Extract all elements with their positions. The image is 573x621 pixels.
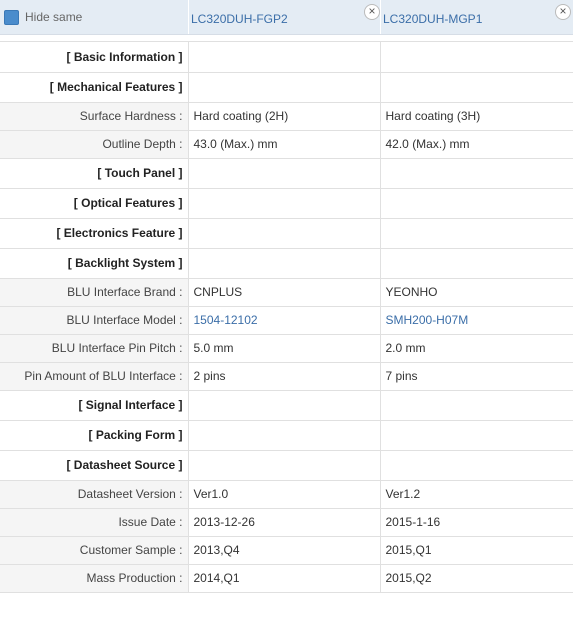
section-title[interactable]: [ Touch Panel ]: [0, 158, 188, 189]
header-spacer: [0, 35, 573, 42]
row-value-2: 2015-1-16: [379, 508, 573, 537]
section-row: [ Optical Features ]: [0, 188, 573, 219]
row-label: BLU Interface Pin Pitch :: [0, 334, 188, 363]
row-value-1: 2 pins: [187, 362, 380, 391]
row-label: Outline Depth :: [0, 130, 188, 159]
row-value-2: 2015,Q2: [379, 564, 573, 593]
product-name-1[interactable]: LC320DUH-FGP2: [191, 12, 288, 26]
section-row: [ Basic Information ]: [0, 42, 573, 73]
section-row: [ Signal Interface ]: [0, 390, 573, 421]
product-column-header-2: LC320DUH-MGP1 ×: [380, 0, 573, 34]
row-value-2: 42.0 (Max.) mm: [379, 130, 573, 159]
row-label: Mass Production :: [0, 564, 188, 593]
row-label: Customer Sample :: [0, 536, 188, 565]
section-title[interactable]: [ Packing Form ]: [0, 420, 188, 451]
row-label: BLU Interface Brand :: [0, 278, 188, 307]
hide-same-toggle[interactable]: Hide same: [0, 0, 188, 34]
row-value-2: 2015,Q1: [379, 536, 573, 565]
section-title[interactable]: [ Optical Features ]: [0, 188, 188, 219]
close-icon[interactable]: ×: [364, 4, 380, 20]
row-value-2: YEONHO: [379, 278, 573, 307]
section-title[interactable]: [ Signal Interface ]: [0, 390, 188, 421]
row-label: Surface Hardness :: [0, 102, 188, 131]
hide-same-label: Hide same: [25, 10, 83, 24]
table-row: Surface Hardness : Hard coating (2H) Har…: [0, 102, 573, 131]
table-row: BLU Interface Pin Pitch : 5.0 mm 2.0 mm: [0, 334, 573, 363]
section-row: [ Electronics Feature ]: [0, 218, 573, 249]
section-title[interactable]: [ Mechanical Features ]: [0, 72, 188, 103]
row-value-2: Hard coating (3H): [379, 102, 573, 131]
blu-model-link-1[interactable]: 1504-12102: [194, 313, 258, 327]
row-value-2: 2.0 mm: [379, 334, 573, 363]
section-row: [ Touch Panel ]: [0, 158, 573, 189]
table-row: Issue Date : 2013-12-26 2015-1-16: [0, 508, 573, 537]
row-value-1: Ver1.0: [187, 480, 380, 509]
section-title[interactable]: [ Datasheet Source ]: [0, 450, 188, 481]
row-value-1: Hard coating (2H): [187, 102, 380, 131]
table-row: BLU Interface Brand : CNPLUS YEONHO: [0, 278, 573, 307]
section-row: [ Packing Form ]: [0, 420, 573, 451]
blu-model-link-2[interactable]: SMH200-H07M: [386, 313, 469, 327]
table-row: BLU Interface Model : 1504-12102 SMH200-…: [0, 306, 573, 335]
section-title[interactable]: [ Basic Information ]: [0, 42, 188, 73]
table-row: Mass Production : 2014,Q1 2015,Q2: [0, 564, 573, 593]
row-value-1: 43.0 (Max.) mm: [187, 130, 380, 159]
section-row: [ Datasheet Source ]: [0, 450, 573, 481]
row-value-1: 2013,Q4: [187, 536, 380, 565]
section-row: [ Backlight System ]: [0, 248, 573, 279]
row-value-1: CNPLUS: [187, 278, 380, 307]
row-value-2: Ver1.2: [379, 480, 573, 509]
row-label: Datasheet Version :: [0, 480, 188, 509]
row-label: Issue Date :: [0, 508, 188, 537]
product-column-header-1: LC320DUH-FGP2 ×: [188, 0, 381, 34]
row-value-1: 5.0 mm: [187, 334, 380, 363]
row-label: BLU Interface Model :: [0, 306, 188, 335]
section-title[interactable]: [ Backlight System ]: [0, 248, 188, 279]
comparison-table: [ Basic Information ] [ Mechanical Featu…: [0, 42, 573, 593]
row-value-2: 7 pins: [379, 362, 573, 391]
close-icon[interactable]: ×: [555, 4, 571, 20]
checkbox-icon[interactable]: [4, 9, 19, 25]
product-name-2[interactable]: LC320DUH-MGP1: [383, 12, 482, 26]
row-label: Pin Amount of BLU Interface :: [0, 362, 188, 391]
row-value-1: 2014,Q1: [187, 564, 380, 593]
row-value-1: 2013-12-26: [187, 508, 380, 537]
table-row: Outline Depth : 43.0 (Max.) mm 42.0 (Max…: [0, 130, 573, 159]
table-row: Datasheet Version : Ver1.0 Ver1.2: [0, 480, 573, 509]
compare-header: Hide same LC320DUH-FGP2 × LC320DUH-MGP1 …: [0, 0, 573, 35]
section-row: [ Mechanical Features ]: [0, 72, 573, 103]
table-row: Pin Amount of BLU Interface : 2 pins 7 p…: [0, 362, 573, 391]
section-title[interactable]: [ Electronics Feature ]: [0, 218, 188, 249]
table-row: Customer Sample : 2013,Q4 2015,Q1: [0, 536, 573, 565]
